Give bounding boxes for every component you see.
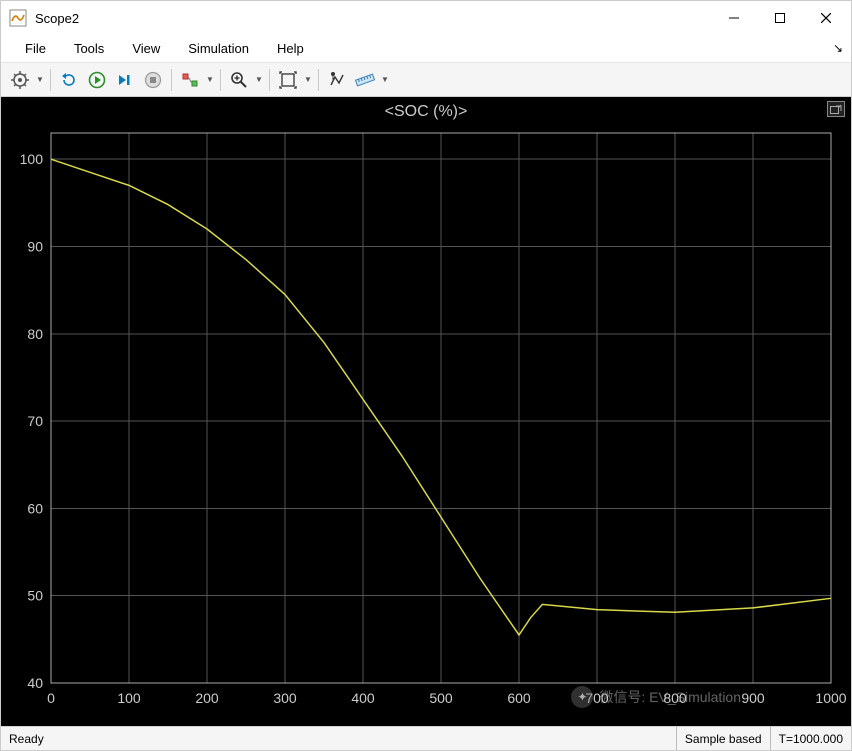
ruler-button[interactable] xyxy=(352,67,378,93)
stop-button[interactable] xyxy=(140,67,166,93)
toolbar-separator xyxy=(318,69,319,91)
svg-text:50: 50 xyxy=(27,588,43,604)
status-mode: Sample based xyxy=(676,727,770,750)
svg-text:300: 300 xyxy=(273,690,297,706)
autoscale-button[interactable] xyxy=(275,67,301,93)
menu-file[interactable]: File xyxy=(11,37,60,60)
zoom-button[interactable] xyxy=(226,67,252,93)
highlight-button[interactable] xyxy=(177,67,203,93)
status-time: T=1000.000 xyxy=(770,727,851,750)
float-button[interactable] xyxy=(827,101,845,117)
step-button[interactable] xyxy=(112,67,138,93)
title-bar: Scope2 xyxy=(1,1,851,35)
menu-help[interactable]: Help xyxy=(263,37,318,60)
menu-simulation[interactable]: Simulation xyxy=(174,37,263,60)
svg-text:600: 600 xyxy=(507,690,531,706)
cursor-button[interactable] xyxy=(324,67,350,93)
svg-text:90: 90 xyxy=(27,238,43,254)
zoom-dropdown[interactable]: ▼ xyxy=(254,67,264,93)
svg-text:500: 500 xyxy=(429,690,453,706)
watermark: ✦ 微信号: EV_Simulation xyxy=(571,686,741,708)
wechat-icon: ✦ xyxy=(571,686,593,708)
maximize-button[interactable] xyxy=(757,2,803,34)
plot-title: <SOC (%)> xyxy=(1,97,851,123)
svg-text:100: 100 xyxy=(117,690,141,706)
autoscale-dropdown[interactable]: ▼ xyxy=(303,67,313,93)
menu-tools[interactable]: Tools xyxy=(60,37,118,60)
menu-bar: File Tools View Simulation Help ↘ xyxy=(1,35,851,63)
dock-arrow-icon[interactable]: ↘ xyxy=(833,41,843,55)
close-button[interactable] xyxy=(803,2,849,34)
toolbar-separator xyxy=(220,69,221,91)
svg-text:0: 0 xyxy=(47,690,55,706)
svg-text:70: 70 xyxy=(27,413,43,429)
restart-button[interactable] xyxy=(56,67,82,93)
status-bar: Ready Sample based T=1000.000 xyxy=(1,726,851,750)
scope-panel: <SOC (%)> 010020030040050060070080090010… xyxy=(1,97,851,726)
svg-text:200: 200 xyxy=(195,690,219,706)
toolbar-separator xyxy=(50,69,51,91)
svg-text:40: 40 xyxy=(27,675,43,691)
toolbar-separator xyxy=(269,69,270,91)
window-title: Scope2 xyxy=(35,11,79,26)
toolbar-separator xyxy=(171,69,172,91)
menu-view[interactable]: View xyxy=(118,37,174,60)
svg-text:900: 900 xyxy=(741,690,765,706)
status-ready: Ready xyxy=(1,732,676,746)
svg-text:100: 100 xyxy=(20,151,44,167)
config-dropdown[interactable]: ▼ xyxy=(35,67,45,93)
ruler-dropdown[interactable]: ▼ xyxy=(380,67,390,93)
svg-text:400: 400 xyxy=(351,690,375,706)
app-icon xyxy=(9,9,27,27)
svg-text:60: 60 xyxy=(27,500,43,516)
plot-area[interactable]: 0100200300400500600700800900100040506070… xyxy=(1,123,851,726)
watermark-text: 微信号: EV_Simulation xyxy=(599,687,741,707)
config-button[interactable] xyxy=(7,67,33,93)
highlight-dropdown[interactable]: ▼ xyxy=(205,67,215,93)
svg-text:80: 80 xyxy=(27,326,43,342)
minimize-button[interactable] xyxy=(711,2,757,34)
run-button[interactable] xyxy=(84,67,110,93)
toolbar: ▼ ▼ ▼ ▼ ▼ xyxy=(1,63,851,97)
svg-text:1000: 1000 xyxy=(815,690,846,706)
